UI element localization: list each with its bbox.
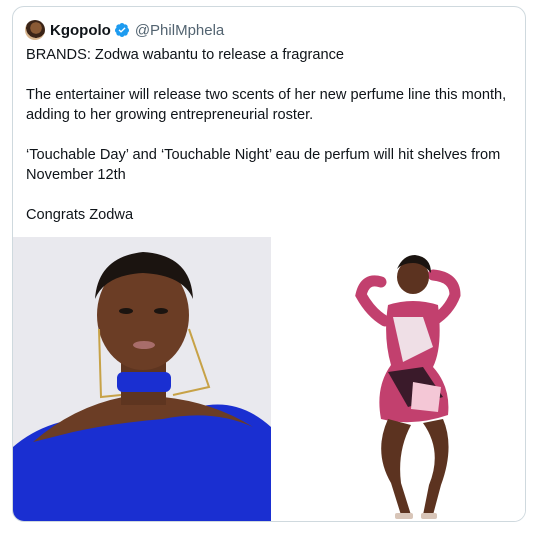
avatar[interactable] <box>25 20 45 40</box>
verified-badge-icon <box>114 23 129 37</box>
tweet-text: BRANDS: Zodwa wabantu to release a fragr… <box>26 45 518 245</box>
tweet-line: Congrats Zodwa <box>26 207 134 223</box>
handle[interactable]: @PhilMphela <box>135 22 224 39</box>
tweet-header: Kgopolo @PhilMphela <box>25 19 224 41</box>
tweet-media <box>13 237 525 521</box>
photo-full-body[interactable] <box>273 237 525 521</box>
tweet-card[interactable]: Kgopolo @PhilMphela BRANDS: Zodwa wabant… <box>12 6 526 522</box>
tweet-line: BRANDS: Zodwa wabantu to release a fragr… <box>26 47 344 63</box>
display-name[interactable]: Kgopolo <box>50 22 111 39</box>
tweet-line: ‘Touchable Day’ and ‘Touchable Night’ ea… <box>26 147 501 183</box>
photo-portrait[interactable] <box>13 237 271 521</box>
tweet-line: The entertainer will release two scents … <box>26 87 507 123</box>
